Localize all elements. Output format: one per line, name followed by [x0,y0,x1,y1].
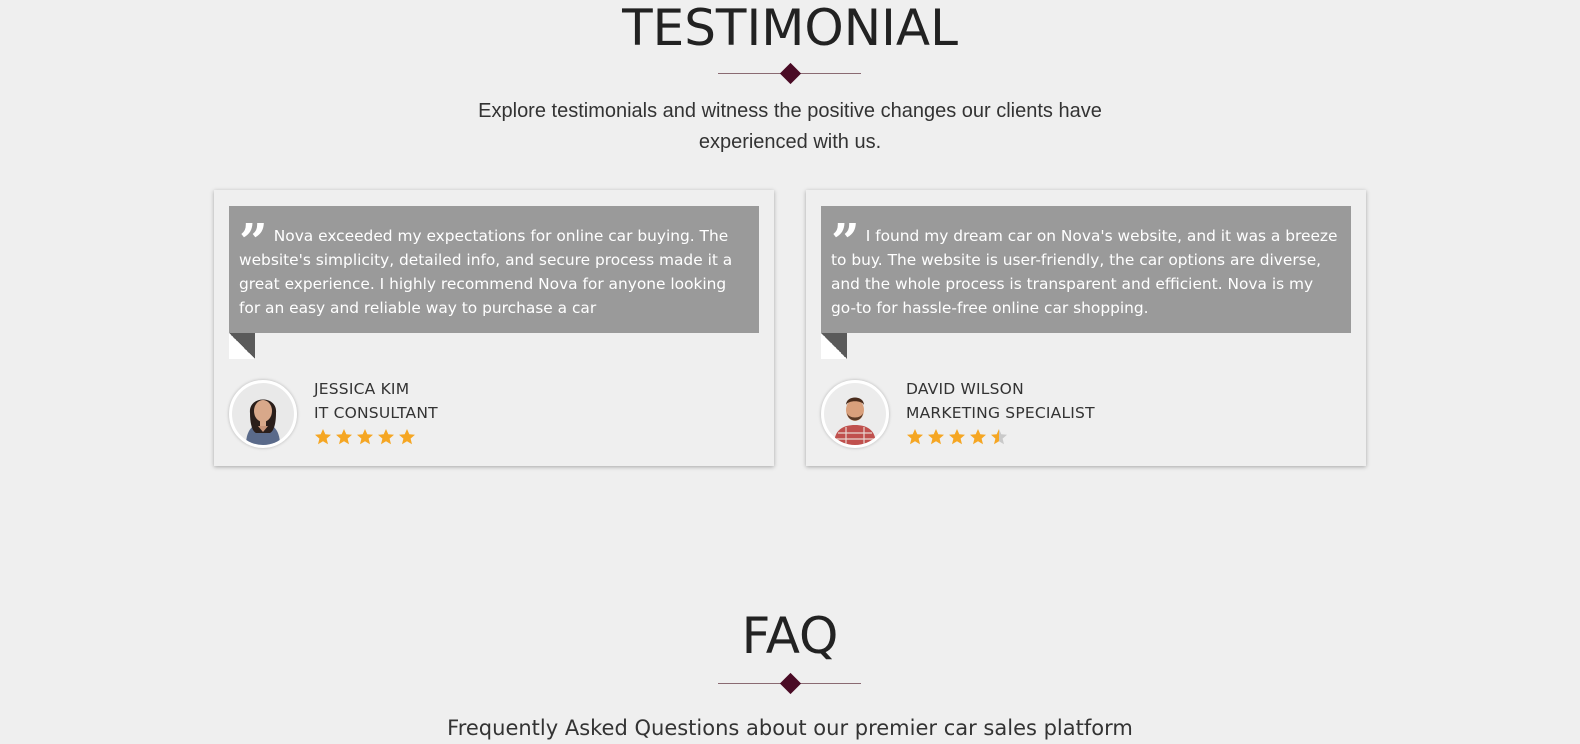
avatar-image [824,383,886,445]
testimonial-subtitle: Explore testimonials and witness the pos… [0,96,1580,158]
faq-subtitle: Frequently Asked Questions about our pre… [447,716,1133,740]
star-icon [315,429,331,445]
faq-title: FAQ [741,607,839,665]
testimonial-quote: ” Nova exceeded my expectations for onlin… [229,206,759,333]
testimonial-card: ” Nova exceeded my expectations for onlin… [214,190,774,466]
rating-stars [314,428,416,446]
avatar [821,380,889,448]
star-icon [378,429,394,445]
star-icon [949,429,965,445]
reviewer-role: IT CONSULTANT [314,404,438,422]
star-icon [991,429,1007,445]
star-icon [399,429,415,445]
testimonial-subtitle-line1: Explore testimonials and witness the pos… [478,100,1102,122]
quote-fold [229,333,255,359]
avatar [229,380,297,448]
testimonial-subtitle-line2: experienced with us. [698,131,882,153]
quote-text: I found my dream car on Nova's website, … [831,227,1338,317]
rating-stars [906,428,1008,446]
star-icon [970,429,986,445]
avatar-image [232,383,294,445]
diamond-icon [779,62,802,85]
testimonial-title: TESTIMONIAL [622,0,958,57]
reviewer-role: MARKETING SPECIALIST [906,404,1095,422]
star-icon [907,429,923,445]
quote-icon: ” [239,212,268,271]
quote-icon: ” [831,212,860,271]
testimonial-card: ” I found my dream car on Nova's website,… [806,190,1366,466]
star-icon [336,429,352,445]
reviewer-name: DAVID WILSON [906,380,1024,398]
diamond-icon [779,672,802,695]
reviewer-name: JESSICA KIM [314,380,410,398]
star-icon [357,429,373,445]
quote-text: Nova exceeded my expectations for online… [239,227,733,317]
quote-fold [821,333,847,359]
star-icon [928,429,944,445]
testimonial-quote: ” I found my dream car on Nova's website,… [821,206,1351,333]
